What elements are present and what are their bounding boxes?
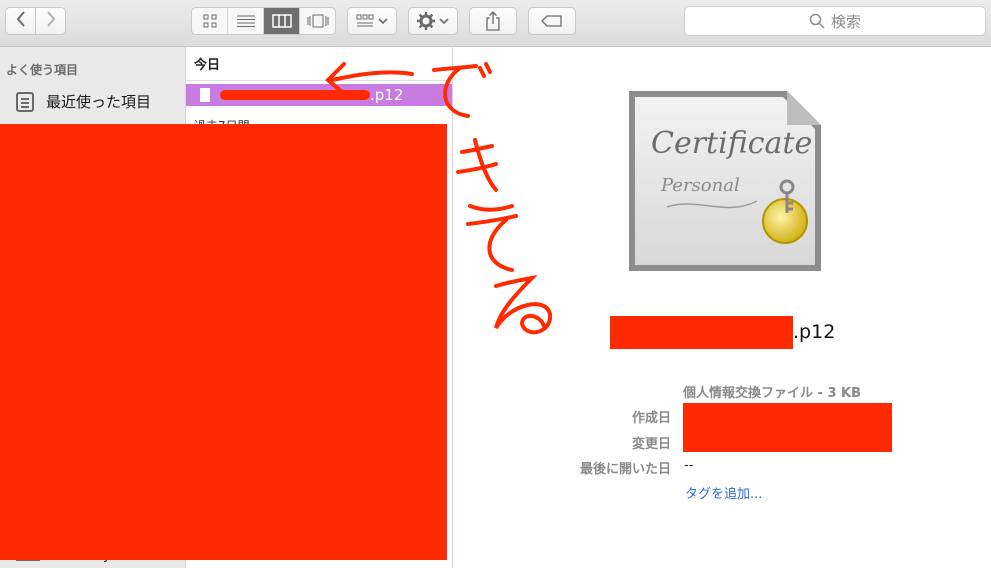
sidebar-item-recents[interactable]: 最近使った項目 [16,91,151,112]
chevron-left-icon [16,11,26,31]
redaction-block [0,124,447,560]
svg-text:Certificate: Certificate [651,126,812,161]
sidebar-section-title: よく使う項目 [6,63,79,77]
arrange-button[interactable] [347,7,397,35]
cover-flow-button[interactable] [300,8,335,34]
forward-button[interactable] [35,7,66,35]
list-view-icon [236,15,255,27]
certificate-file-icon: Certificate Personal [629,91,821,271]
preview-filename: .p12 [610,315,835,349]
gear-icon [417,12,435,30]
preview-pane: Certificate Personal .p12 個人情報交換ファイル - 3… [453,47,991,568]
last-opened-value: -- [684,458,694,473]
last-opened-label: 最後に開いた日 [579,462,671,477]
search-icon [809,13,825,29]
svg-text:Personal: Personal [660,175,740,196]
column-view-icon [271,14,292,28]
action-button[interactable] [408,7,458,35]
tag-icon [541,15,562,27]
chevron-down-icon [378,18,388,25]
modified-label: 変更日 [631,437,671,452]
share-icon [486,11,500,31]
recents-icon [16,91,34,112]
tags-button[interactable] [528,7,576,35]
redacted-filename [610,315,793,349]
group-icon [356,14,374,27]
back-button[interactable] [5,7,36,35]
file-kind: 個人情報交換ファイル - 3 KB [683,386,862,401]
share-button[interactable] [469,7,517,35]
cover-flow-icon [307,14,328,28]
redacted-dates [683,403,892,452]
chevron-right-icon [46,11,56,31]
view-mode-segmented-control [191,7,336,35]
filename-extension: .p12 [793,321,836,343]
file-extension: .p12 [370,86,404,104]
file-icon [200,88,210,102]
toolbar: 検索 [0,0,991,47]
chevron-down-icon [439,18,449,25]
column-view-button[interactable] [264,8,300,34]
redacted-filename [220,90,370,100]
add-tags-link[interactable]: タグを追加... [685,483,762,502]
section-header-today: 今日 [186,47,452,81]
icon-view-button[interactable] [192,8,228,34]
created-label: 作成日 [631,411,671,426]
search-input[interactable]: 検索 [684,6,986,36]
sidebar-item-label: 最近使った項目 [46,93,152,111]
icon-view-icon [203,14,216,28]
selected-file-row[interactable]: .p12 [186,84,452,106]
list-view-button[interactable] [228,8,264,34]
search-placeholder: 検索 [830,12,861,31]
